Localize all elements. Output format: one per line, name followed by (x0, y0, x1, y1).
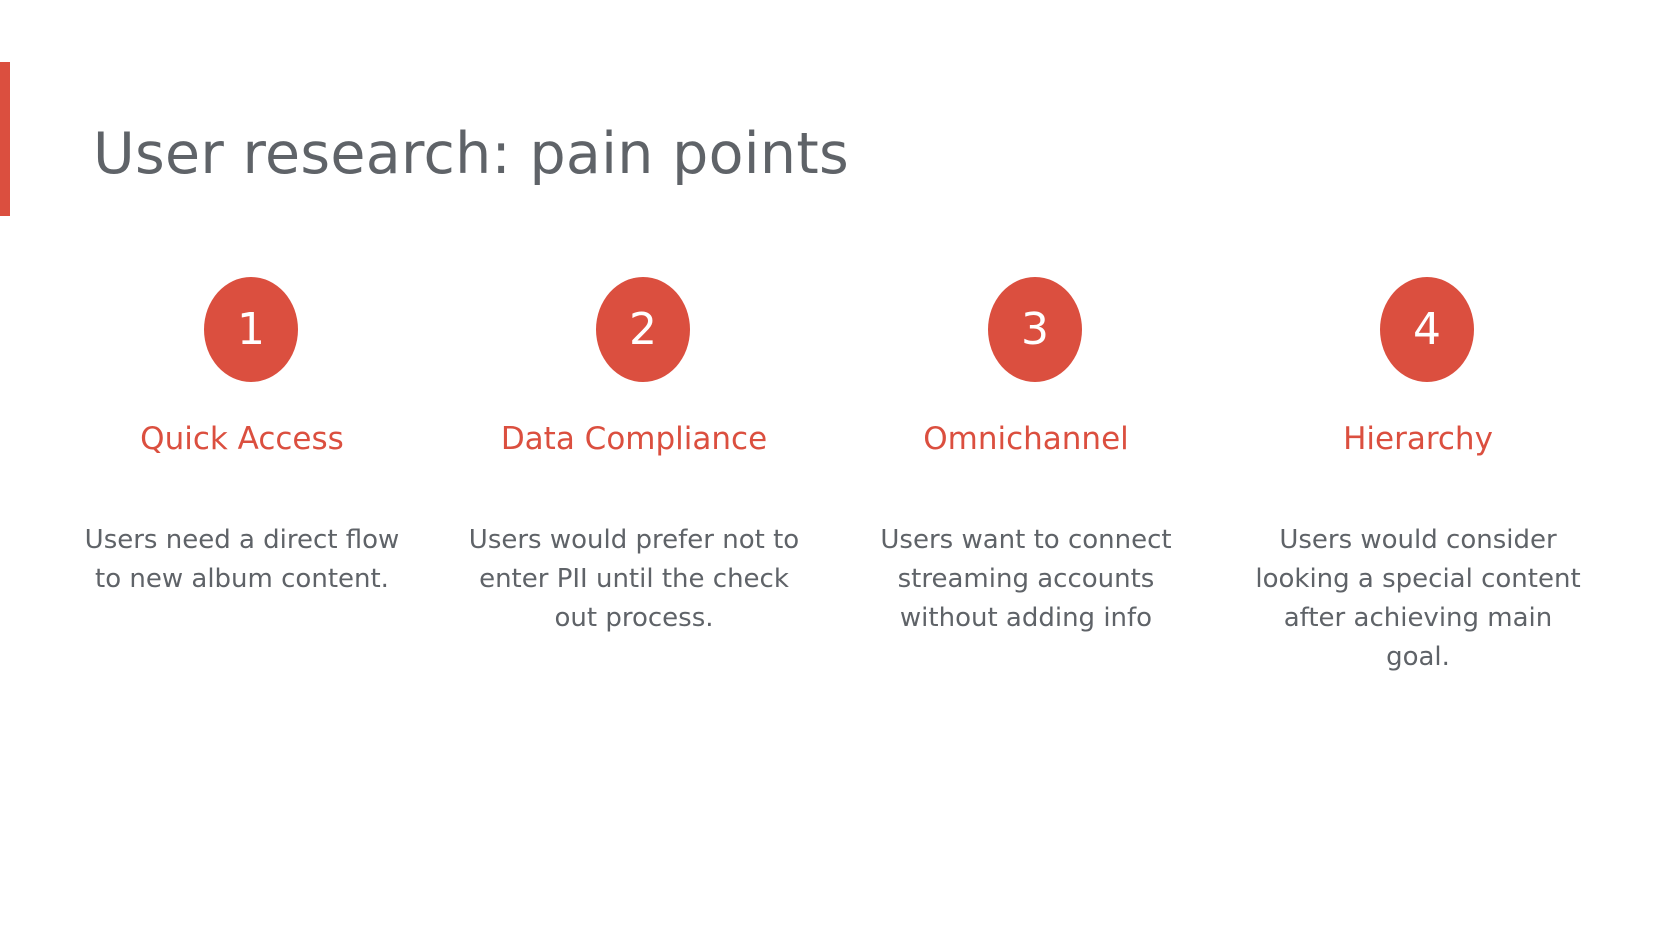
number-badge: 2 (596, 277, 690, 382)
number-badge: 4 (1380, 277, 1474, 382)
number-badge: 3 (988, 277, 1082, 382)
pain-point-title: Data Compliance (500, 421, 768, 457)
pain-points-row: 1 Quick Access Users need a direct flow … (0, 0, 1660, 950)
pain-point-title: Omnichannel (923, 421, 1129, 457)
pain-point-description: Users would consider looking a special c… (1255, 525, 1581, 672)
pain-point-title: Quick Access (140, 421, 344, 457)
pain-point-description: Users want to connect streaming accounts… (880, 525, 1172, 633)
pain-point-description: Users would prefer not to enter PII unti… (468, 525, 800, 633)
number-badge: 1 (204, 277, 298, 382)
pain-point-title: Hierarchy (1343, 421, 1493, 457)
pain-point-description: Users need a direct flow to new album co… (84, 525, 400, 594)
